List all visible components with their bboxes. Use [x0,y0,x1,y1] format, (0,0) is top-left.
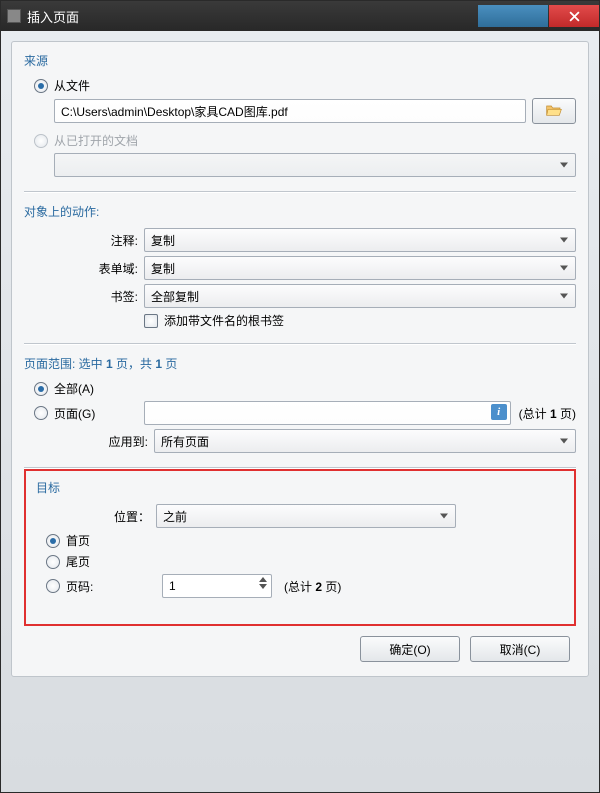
source-fieldset: 来源 从文件 [24,52,576,181]
page-number-value: 1 [169,579,176,593]
target-count-text: (总计 2 页) [284,578,341,595]
page-number-label: 页码: [66,578,106,595]
pages-label: 页面(G) [54,405,108,422]
form-select[interactable]: 复制 [144,256,576,280]
window-title: 插入页面 [27,7,477,26]
annot-label: 注释: [24,232,144,249]
actions-title: 对象上的动作: [24,203,576,220]
radio-last-page[interactable] [46,555,60,569]
range-title: 页面范围: 选中 1 页，共 1 页 [24,355,576,372]
pages-count-text: (总计 1 页) [519,405,576,422]
radio-all-pages[interactable] [34,382,48,396]
file-path-input[interactable] [54,99,526,123]
titlebar[interactable]: 插入页面 [1,1,599,31]
info-icon[interactable]: i [491,404,507,420]
pages-input[interactable] [144,401,511,425]
apply-to-value: 所有页面 [161,433,209,450]
bookmark-value: 全部复制 [151,288,199,305]
from-file-label: 从文件 [54,77,90,94]
radio-from-file[interactable] [34,79,48,93]
position-value: 之前 [163,508,187,525]
radio-page-number[interactable] [46,579,60,593]
bookmark-select[interactable]: 全部复制 [144,284,576,308]
radio-from-opened [34,134,48,148]
radio-first-page[interactable] [46,534,60,548]
add-root-bookmark-label: 添加带文件名的根书签 [164,312,284,329]
target-highlight-box: 目标 位置： 之前 首页 尾页 [24,469,576,626]
position-select[interactable]: 之前 [156,504,456,528]
radio-pages[interactable] [34,406,48,420]
all-pages-label: 全部(A) [54,380,94,397]
folder-open-icon [546,103,562,120]
spinner-arrows-icon[interactable] [259,577,267,589]
cancel-button[interactable]: 取消(C) [470,636,570,662]
form-label: 表单域: [24,260,144,277]
annot-select[interactable]: 复制 [144,228,576,252]
range-fieldset: 页面范围: 选中 1 页，共 1 页 全部(A) 页面(G) i [24,355,576,457]
browse-button[interactable] [532,98,576,124]
apply-to-label: 应用到: [34,433,154,450]
form-value: 复制 [151,260,175,277]
target-fieldset: 目标 位置： 之前 首页 尾页 [36,479,564,602]
close-button[interactable] [549,5,599,27]
source-title: 来源 [24,52,576,69]
ok-button[interactable]: 确定(O) [360,636,460,662]
target-title: 目标 [36,479,564,496]
app-icon [7,9,21,23]
close-icon [569,11,580,22]
position-label: 位置： [36,508,156,525]
dialog-window: 插入页面 来源 从文件 [0,0,600,793]
annot-value: 复制 [151,232,175,249]
from-opened-label: 从已打开的文档 [54,132,138,149]
page-number-spinner[interactable]: 1 [162,574,272,598]
dialog-panel: 来源 从文件 [11,41,589,677]
titlebar-middle-button[interactable] [478,5,548,27]
apply-to-select[interactable]: 所有页面 [154,429,576,453]
dialog-footer: 确定(O) 取消(C) [24,626,576,662]
bookmark-label: 书签: [24,288,144,305]
add-root-bookmark-checkbox[interactable] [144,314,158,328]
first-page-label: 首页 [66,532,90,549]
actions-fieldset: 对象上的动作: 注释: 复制 表单域: 复制 书签: 全部复制 [24,203,576,333]
last-page-label: 尾页 [66,553,90,570]
opened-doc-select [54,153,576,177]
